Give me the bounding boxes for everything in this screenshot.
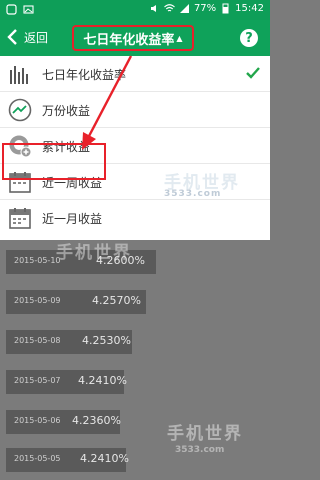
list-item: 2015-05-09 4.2570% bbox=[6, 290, 146, 314]
signal-icon bbox=[179, 4, 189, 13]
highlight-box bbox=[2, 143, 106, 180]
menu-item-per-10k-yield[interactable]: 万份收益 bbox=[0, 92, 270, 128]
watermark-title: 手机世界 bbox=[56, 243, 132, 263]
mute-icon bbox=[150, 5, 156, 12]
chevron-left-icon bbox=[7, 29, 17, 45]
list-item: 2015-05-08 4.2530% bbox=[6, 330, 132, 354]
wifi-icon bbox=[164, 4, 175, 12]
back-button[interactable]: 返回 bbox=[6, 28, 48, 46]
menu-item-label: 近一月收益 bbox=[42, 212, 103, 226]
bar-chart-icon bbox=[10, 66, 28, 84]
title-dropdown[interactable]: 七日年化收益率 ▲ bbox=[72, 25, 194, 51]
list-item: 2015-05-07 4.2410% bbox=[6, 370, 127, 394]
battery-percent: 77% bbox=[193, 3, 217, 14]
list-item: 2015-05-05 4.2410% bbox=[6, 448, 129, 472]
checkmark-icon bbox=[246, 67, 260, 79]
calendar-month-icon bbox=[9, 208, 31, 229]
clock: 15:42 bbox=[235, 3, 264, 14]
back-label: 返回 bbox=[24, 30, 49, 45]
menu-item-seven-day-yield[interactable]: 七日年化收益率 bbox=[0, 56, 270, 92]
trend-line-icon bbox=[8, 98, 32, 122]
watermark-url: 3533.com bbox=[164, 189, 222, 199]
watermark-url: 3533.com bbox=[175, 445, 225, 455]
help-button[interactable]: ? bbox=[240, 29, 258, 47]
notification-icon bbox=[6, 4, 17, 15]
list-item: 2015-05-06 4.2360% bbox=[6, 410, 121, 434]
image-icon bbox=[23, 5, 34, 14]
page-title: 七日年化收益率 bbox=[83, 32, 175, 48]
app-bar: 返回 七日年化收益率 ▲ ? bbox=[0, 20, 270, 56]
status-bar: 77% 15:42 bbox=[0, 0, 270, 20]
caret-up-icon: ▲ bbox=[176, 33, 183, 43]
battery-icon bbox=[222, 3, 229, 14]
daily-yield-list: 2015-05-10 4.2600% 2015-05-09 4.2570% 20… bbox=[0, 240, 270, 480]
menu-item-label: 万份收益 bbox=[42, 104, 91, 118]
menu-item-monthly-yield[interactable]: 近一月收益 bbox=[0, 200, 270, 240]
watermark-title: 手机世界 bbox=[167, 424, 243, 444]
menu-item-label: 七日年化收益率 bbox=[42, 68, 127, 82]
